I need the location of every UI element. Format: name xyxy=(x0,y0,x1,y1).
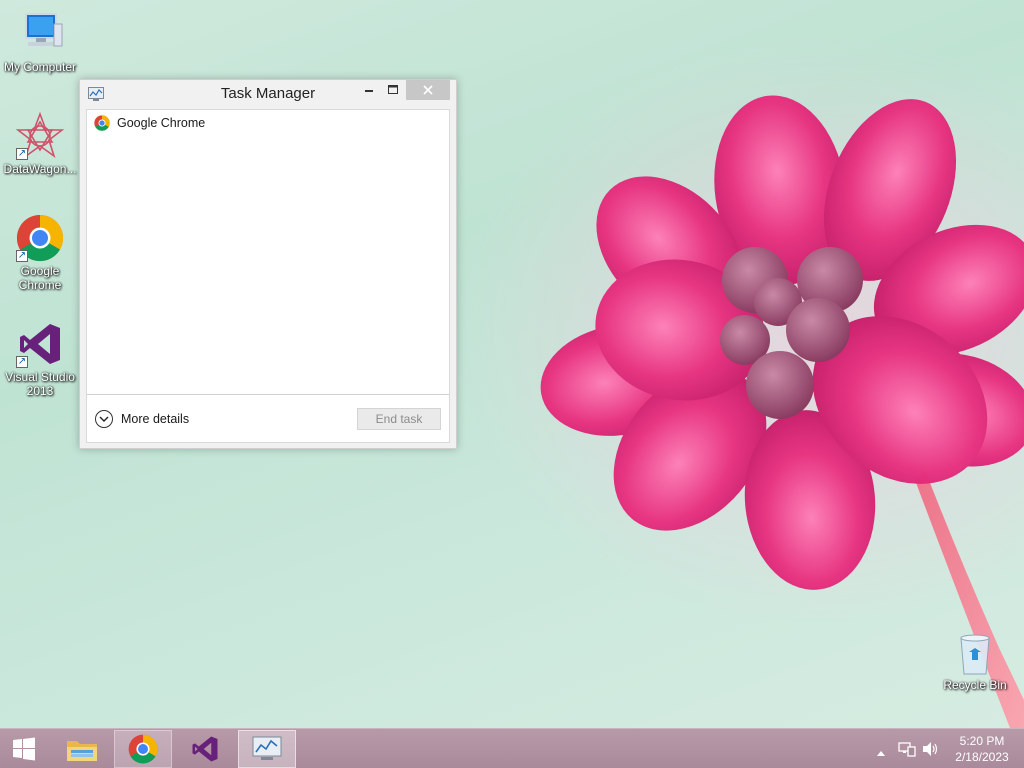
desktop-icon-label: Google Chrome xyxy=(18,264,62,292)
shortcut-arrow-icon: ↗ xyxy=(16,250,28,262)
process-list: Google Chrome xyxy=(87,110,449,394)
close-icon xyxy=(423,85,433,95)
network-icon[interactable] xyxy=(898,741,916,762)
chrome-icon xyxy=(94,115,110,131)
task-manager-footer: More details End task xyxy=(87,394,449,442)
chevron-up-icon xyxy=(877,751,885,756)
taskbar-visual-studio[interactable] xyxy=(176,730,234,768)
computer-icon xyxy=(16,10,64,58)
task-manager-content: Google Chrome More details End task xyxy=(86,109,450,443)
desktop-icon-recycle-bin[interactable]: Recycle Bin xyxy=(935,630,1015,692)
process-name: Google Chrome xyxy=(117,116,206,130)
maximize-icon xyxy=(388,85,398,94)
taskbar-task-manager[interactable] xyxy=(238,730,296,768)
more-details-label: More details xyxy=(121,412,190,426)
taskbar-file-explorer[interactable] xyxy=(56,730,108,768)
shortcut-arrow-icon: ↗ xyxy=(16,356,28,368)
maximize-button[interactable] xyxy=(380,80,406,100)
minimize-button[interactable] xyxy=(356,80,382,100)
chrome-icon: ↗ xyxy=(16,214,64,262)
clock[interactable]: 5:20 PM 2/18/2023 xyxy=(948,733,1016,765)
desktop-icon-label: DataWagon... xyxy=(3,162,77,176)
clock-date: 2/18/2023 xyxy=(955,750,1009,764)
desktop-icon-label: Recycle Bin xyxy=(943,678,1007,692)
volume-icon[interactable] xyxy=(922,741,940,762)
visual-studio-icon xyxy=(192,736,218,762)
system-tray xyxy=(872,729,942,768)
title-bar[interactable]: Task Manager xyxy=(80,80,456,108)
chrome-icon xyxy=(128,734,158,764)
start-button[interactable] xyxy=(0,730,48,768)
windows-logo-icon xyxy=(13,737,35,761)
desktop-icon-visual-studio[interactable]: ↗ Visual Studio 2013 xyxy=(0,320,80,398)
folder-icon xyxy=(67,741,97,761)
task-manager-window: Task Manager Google Chrome More details … xyxy=(79,79,457,449)
desktop-icon-datawagon[interactable]: ↗ DataWagon... xyxy=(0,111,80,176)
shortcut-arrow-icon: ↗ xyxy=(16,148,28,160)
desktop-icon-label: My Computer xyxy=(3,60,77,74)
minimize-icon xyxy=(365,90,373,92)
desktop-icon-my-computer[interactable]: My Computer xyxy=(0,10,80,74)
process-row-google-chrome[interactable]: Google Chrome xyxy=(87,110,449,136)
clock-time: 5:20 PM xyxy=(959,734,1005,748)
show-hidden-icons-button[interactable] xyxy=(876,744,886,762)
desktop-icon-google-chrome[interactable]: ↗ Google Chrome xyxy=(0,214,80,292)
close-button[interactable] xyxy=(406,80,450,100)
task-manager-icon xyxy=(252,736,282,760)
datawagon-icon: ↗ xyxy=(15,111,65,160)
taskbar-google-chrome[interactable] xyxy=(114,730,172,768)
recycle-bin-icon xyxy=(955,630,995,676)
visual-studio-icon: ↗ xyxy=(16,320,64,368)
chevron-down-icon xyxy=(95,410,113,428)
desktop-icon-label: Visual Studio 2013 xyxy=(5,370,75,398)
taskbar: 5:20 PM 2/18/2023 xyxy=(0,728,1024,768)
end-task-button[interactable]: End task xyxy=(357,408,441,430)
more-details-button[interactable]: More details xyxy=(95,410,189,428)
